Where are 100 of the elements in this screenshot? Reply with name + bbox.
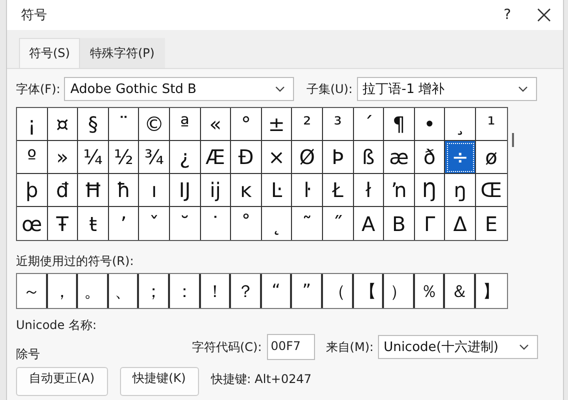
symbol-cell[interactable]: æ xyxy=(384,141,415,174)
symbol-cell[interactable]: Ŀ xyxy=(262,174,292,207)
symbol-cell[interactable]: ˜ xyxy=(292,207,323,240)
symbol-cell[interactable]: × xyxy=(262,141,292,174)
tab[interactable]: 特殊字符(P) xyxy=(80,38,165,68)
symbol-cell[interactable]: » xyxy=(48,141,78,174)
caret-icon xyxy=(518,86,528,92)
symbol-cell[interactable]: đ xyxy=(48,174,78,207)
symbol-cell[interactable]: ŀ xyxy=(292,174,323,207)
symbol-cell[interactable]: ½ xyxy=(108,141,140,174)
symbol-cell[interactable]: ŉ xyxy=(384,174,415,207)
symbol-cell[interactable]: ¨ xyxy=(108,108,140,141)
symbol-cell[interactable]: ŧ xyxy=(78,207,109,240)
recent-symbol-cell[interactable]: “ xyxy=(262,274,292,308)
font-dropdown[interactable]: Adobe Gothic Std B xyxy=(64,77,294,101)
recent-symbol-cell[interactable]: ？ xyxy=(231,274,262,308)
symbol-cell[interactable]: Đ xyxy=(231,141,262,174)
symbol-cell[interactable]: § xyxy=(78,108,109,141)
symbol-cell[interactable]: ĳ xyxy=(200,174,232,207)
symbol-cell[interactable]: Œ xyxy=(476,174,506,207)
symbol-cell[interactable]: þ xyxy=(17,174,48,207)
symbol-cell[interactable]: ˙ xyxy=(200,207,232,240)
recent-symbol-cell[interactable]: ～ xyxy=(17,274,48,308)
symbol-cell[interactable]: ¤ xyxy=(48,108,78,141)
recent-symbol-cell[interactable]: 、 xyxy=(108,274,140,308)
field-label: 子集(U): xyxy=(306,80,353,98)
subset-dropdown[interactable]: 拉丁语-1 增补 xyxy=(356,77,537,101)
field-label: 字体(F): xyxy=(16,80,60,98)
from-dropdown[interactable]: Unicode(十六进制) xyxy=(378,335,538,359)
symbol-cell[interactable]: ˇ xyxy=(139,207,170,240)
symbol-cell[interactable]: ³ xyxy=(322,108,354,141)
symbol-cell[interactable]: Γ xyxy=(414,207,446,240)
symbol-cell[interactable]: ª xyxy=(170,108,201,141)
recent-symbol-cell[interactable]: ” xyxy=(292,274,323,308)
recent-symbol-cell[interactable]: （ xyxy=(322,274,354,308)
symbol-cell[interactable]: Ε xyxy=(476,207,506,240)
recent-symbol-cell[interactable]: ， xyxy=(48,274,78,308)
caret-icon xyxy=(518,344,529,350)
symbol-cell[interactable]: ¶ xyxy=(384,108,415,141)
symbol-cell[interactable]: ˛ xyxy=(262,207,292,240)
symbol-cell[interactable]: Β xyxy=(384,207,415,240)
tab[interactable]: 符号(S) xyxy=(19,38,80,68)
symbol-cell[interactable]: ¿ xyxy=(170,141,201,174)
symbol-cell[interactable]: ł xyxy=(354,174,384,207)
symbol-cell[interactable]: ² xyxy=(292,108,323,141)
dialog-button[interactable]: 自动更正(A) xyxy=(16,367,108,396)
caret-icon xyxy=(275,86,286,92)
symbol-cell[interactable]: • xyxy=(414,108,446,141)
scrollbar-thumb[interactable] xyxy=(512,133,514,147)
unicode-name: 除号 xyxy=(16,346,41,363)
symbol-cell[interactable]: ± xyxy=(262,108,292,141)
symbol-cell[interactable]: Δ xyxy=(445,207,476,240)
symbol-cell[interactable]: ø xyxy=(476,141,506,174)
symbol-cell[interactable]: Ŋ xyxy=(414,174,446,207)
recent-symbol-cell[interactable]: ： xyxy=(170,274,201,308)
symbol-cell[interactable]: ¼ xyxy=(78,141,109,174)
recent-symbol-cell[interactable]: ） xyxy=(384,274,415,308)
symbol-cell[interactable]: ÷ xyxy=(445,141,476,174)
symbol-cell[interactable]: Ħ xyxy=(78,174,109,207)
dialog-button[interactable]: 快捷键(K) xyxy=(120,367,199,396)
symbol-cell[interactable]: ¹ xyxy=(476,108,506,141)
symbol-cell[interactable]: Þ xyxy=(322,141,354,174)
symbol-cell[interactable]: ° xyxy=(231,108,262,141)
symbol-cell[interactable]: ˝ xyxy=(322,207,354,240)
symbol-cell[interactable]: Α xyxy=(354,207,384,240)
shortcut-text: 快捷键: Alt+0247 xyxy=(210,371,312,388)
help-button[interactable]: ? xyxy=(504,7,511,23)
symbol-cell[interactable]: Ĳ xyxy=(170,174,201,207)
symbol-cell[interactable]: « xyxy=(200,108,232,141)
symbol-cell[interactable]: ß xyxy=(354,141,384,174)
symbol-cell[interactable]: © xyxy=(139,108,170,141)
symbol-cell[interactable]: œ xyxy=(17,207,48,240)
recent-symbol-cell[interactable]: ！ xyxy=(200,274,232,308)
symbol-cell[interactable]: ˚ xyxy=(231,207,262,240)
symbol-cell[interactable]: ʼ xyxy=(108,207,140,240)
symbol-cell[interactable]: ĸ xyxy=(231,174,262,207)
recent-symbol-cell[interactable]: ％ xyxy=(414,274,446,308)
symbol-cell[interactable]: Ł xyxy=(322,174,354,207)
symbol-cell[interactable]: Ŧ xyxy=(48,207,78,240)
char-code-field[interactable]: 00F7 xyxy=(266,334,315,360)
symbol-cell[interactable]: ħ xyxy=(108,174,140,207)
recent-symbol-cell[interactable]: 。 xyxy=(78,274,109,308)
recent-symbols-label: 近期使用过的符号(R): xyxy=(16,253,135,270)
field-label: 字符代码(C): xyxy=(192,338,262,356)
close-icon[interactable] xyxy=(537,8,551,22)
symbol-cell[interactable]: ˘ xyxy=(170,207,201,240)
symbol-cell[interactable]: Ø xyxy=(292,141,323,174)
symbol-cell[interactable]: ¾ xyxy=(139,141,170,174)
recent-symbol-cell[interactable]: ； xyxy=(139,274,170,308)
symbol-cell[interactable]: ´ xyxy=(354,108,384,141)
unicode-name-label: Unicode 名称: xyxy=(16,317,98,334)
symbol-cell[interactable]: º xyxy=(17,141,48,174)
symbol-cell[interactable]: Æ xyxy=(200,141,232,174)
symbol-cell[interactable]: ¡ xyxy=(17,108,48,141)
recent-symbol-cell[interactable]: ＆ xyxy=(445,274,476,308)
window-title: 符号 xyxy=(21,7,48,24)
symbol-cell[interactable]: ŋ xyxy=(445,174,476,207)
recent-symbol-cell[interactable]: 】 xyxy=(476,274,506,308)
recent-symbol-cell[interactable]: 【 xyxy=(354,274,384,308)
symbol-cell[interactable]: ı xyxy=(139,174,170,207)
